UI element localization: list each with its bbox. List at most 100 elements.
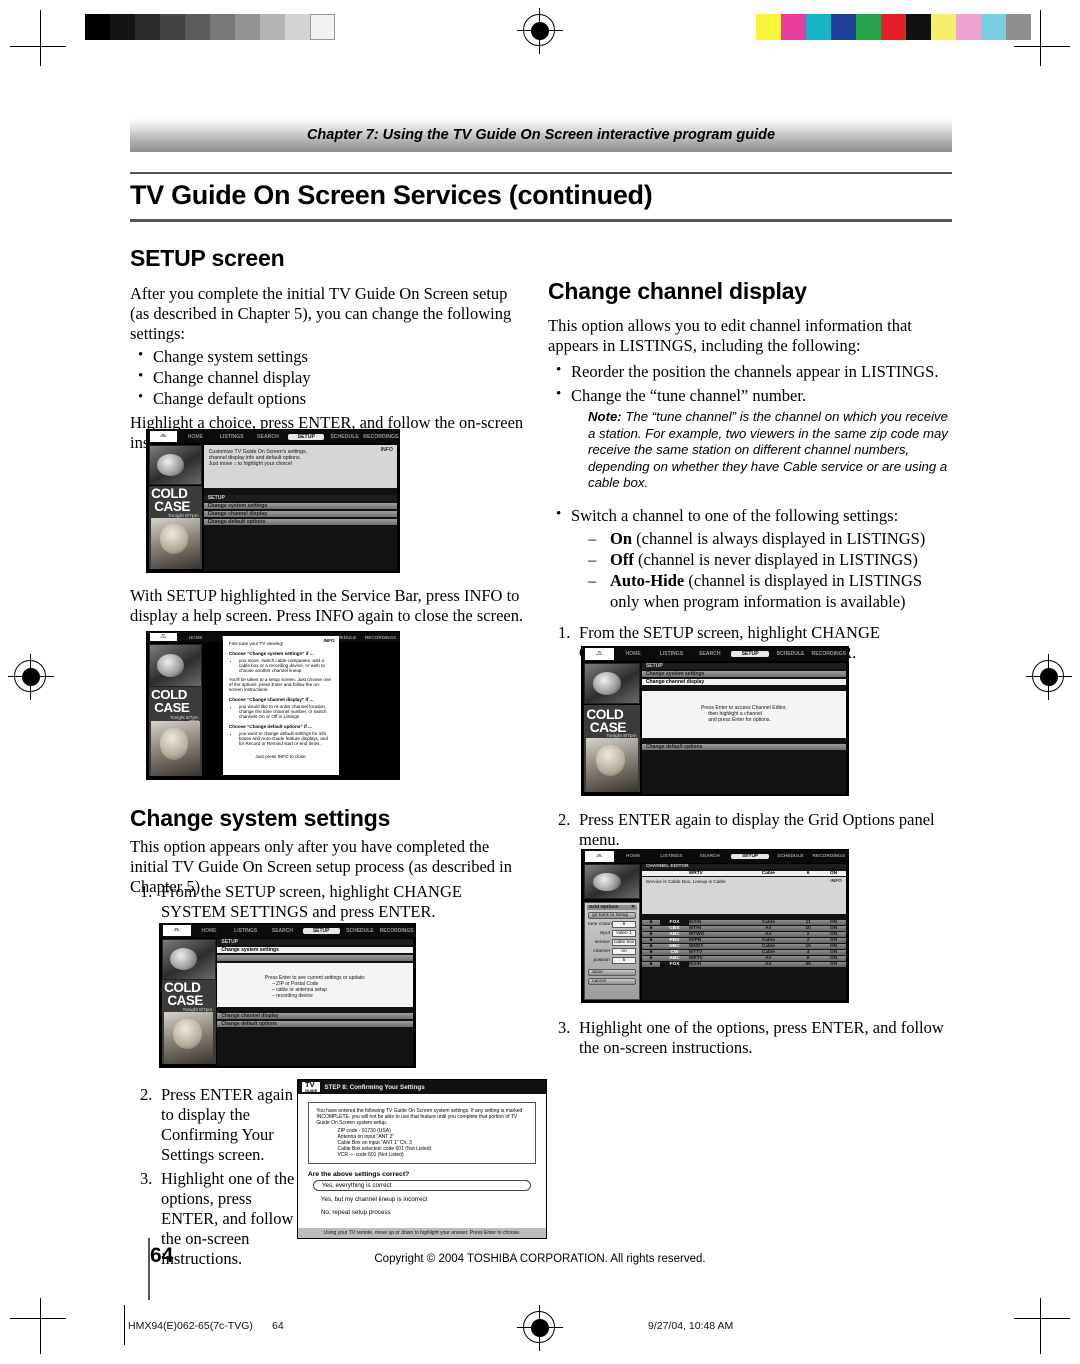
- service-bar-item-listings[interactable]: LISTINGS: [214, 434, 250, 440]
- table-row[interactable]: ■ FOX WXIN Air 59 ON: [641, 962, 846, 968]
- tv-guide-logo-icon: TV GUIDE: [584, 851, 614, 862]
- service-bar-item-recordings[interactable]: RECORDINGS: [362, 635, 399, 640]
- page-title: TV Guide On Screen Services (continued): [130, 180, 653, 210]
- field-value[interactable]: cable box: [611, 938, 636, 946]
- menu-item-change-channel-display[interactable]: Change channel display: [203, 511, 397, 518]
- info-line: – recording device: [271, 992, 313, 999]
- grid-options-field-channel[interactable]: channel on: [588, 947, 636, 955]
- help-section-bullets: you want to change default settings for …: [239, 731, 332, 746]
- list-item: Change channel display: [130, 366, 530, 388]
- figure-channel-editor: TV GUIDE HOME LISTINGS SEARCH SETUP SCHE…: [581, 849, 849, 1003]
- service-bar-item-home[interactable]: HOME: [614, 854, 652, 859]
- channel-source: Air: [765, 926, 772, 932]
- table-row[interactable]: ■ NBC WNDY Cable 10 ON: [641, 944, 846, 950]
- table-row[interactable]: ■ ABC WRTV Air 6 ON: [641, 956, 846, 962]
- service-bar-item-setup[interactable]: SETUP: [730, 853, 770, 859]
- grid-options-field-position[interactable]: position 5: [588, 956, 636, 964]
- menu-item-change-default-options[interactable]: Change default options: [203, 519, 397, 526]
- info-line: and press Enter for options.: [708, 716, 771, 723]
- menu-item-change-channel-display[interactable]: Change channel display: [641, 678, 846, 685]
- table-row[interactable]: ■ CW WTTV Cable 4 ON: [641, 950, 846, 956]
- field-value[interactable]: on: [611, 947, 636, 955]
- service-bar-item-home[interactable]: HOME: [177, 635, 214, 640]
- grid-options-field-input[interactable]: input video 1: [588, 929, 636, 937]
- tv-guide-logo-icon: TV GUIDE: [584, 648, 614, 660]
- service-bar-item-listings[interactable]: LISTINGS: [227, 928, 264, 934]
- wizard-option-lineup-incorrect[interactable]: Yes, but my channel lineup is incorrect: [313, 1195, 531, 1204]
- menu-item-change-default-options[interactable]: Change default options: [217, 1021, 413, 1028]
- service-bar-item-schedule[interactable]: SCHEDULE: [771, 854, 809, 859]
- service-bar-item-search[interactable]: SEARCH: [250, 434, 286, 440]
- grid-options-cancel-button[interactable]: cancel: [588, 977, 636, 985]
- close-icon[interactable]: ✕: [631, 905, 635, 910]
- field-label: channel: [593, 948, 610, 954]
- service-bar-item-listings[interactable]: LISTINGS: [652, 854, 690, 859]
- field-value[interactable]: 6: [611, 920, 636, 928]
- grid-options-back-button[interactable]: go back to Setup: [588, 911, 636, 919]
- service-bar-item-listings[interactable]: LISTINGS: [652, 651, 690, 657]
- channel-row-selected[interactable]: ● WRTV Cable 6 ON: [641, 871, 846, 877]
- registration-target-bottom: [517, 1305, 563, 1351]
- figure-setup-screen: TV GUIDE HOME LISTINGS SEARCH SETUP SCHE…: [146, 429, 400, 573]
- channel-source: Cable: [761, 938, 775, 944]
- logo-bottom-text: GUIDE: [596, 856, 603, 858]
- info-badge: INFO: [830, 879, 842, 885]
- service-bar-item-home[interactable]: HOME: [191, 928, 228, 934]
- list-item: Change default options: [130, 387, 530, 409]
- help-section-after-system: You'll be taken to a setup screen. Just …: [228, 677, 331, 693]
- grid-options-field-service[interactable]: service cable box: [588, 938, 636, 946]
- service-bar-item-search[interactable]: SEARCH: [691, 854, 729, 859]
- dash-bold: On: [610, 528, 633, 548]
- table-row[interactable]: ■ FOX WXIN Cable 11 ON: [641, 920, 846, 926]
- service-bar-item-recordings[interactable]: RECORDINGS: [363, 434, 399, 440]
- service-bar-item-home[interactable]: HOME: [614, 651, 652, 657]
- service-bar-item-recordings[interactable]: RECORDINGS: [378, 928, 415, 934]
- wizard-option-repeat-setup[interactable]: No, repeat setup process: [313, 1208, 531, 1217]
- field-label: service: [594, 939, 610, 945]
- menu-item-change-system-settings[interactable]: Change system settings: [641, 670, 846, 677]
- setup-main-panel: SETUP Change system settings Press Enter…: [217, 939, 413, 1066]
- field-value[interactable]: 5: [611, 956, 636, 964]
- service-bar-item-recordings[interactable]: RECORDINGS: [810, 651, 848, 657]
- right-column: Change channel display This option allow…: [548, 278, 952, 665]
- grayscale-calibration-bar: [85, 14, 335, 40]
- table-row[interactable]: ■ PBS WIPB Cable 2 ON: [641, 938, 846, 944]
- service-bar-item-search[interactable]: SEARCH: [691, 651, 729, 657]
- menu-item-change-system-settings[interactable]: Change system settings: [217, 947, 413, 953]
- promo-poster: COLD CASE Tonight 8/7pm CBS: [149, 485, 202, 570]
- channel-source: Cable: [761, 871, 775, 877]
- field-value[interactable]: video 1: [611, 929, 636, 937]
- step-number: 2.: [140, 1085, 153, 1104]
- service-bar-item-search[interactable]: SEARCH: [264, 928, 301, 934]
- menu-item-change-system-settings[interactable]: Change system settings: [203, 503, 397, 510]
- channel-state: ON: [830, 920, 838, 926]
- logo-bottom-text: GUIDE: [305, 1087, 318, 1093]
- grid-options-title-label: Grid Options: [589, 904, 619, 910]
- help-section-heading-default: Choose “Change default options” if ...: [228, 724, 312, 730]
- left-after-figure1-paragraph: With SETUP highlighted in the Service Ba…: [130, 586, 524, 625]
- service-bar-item-setup[interactable]: SETUP: [730, 651, 770, 658]
- channel-callsign: WTHI: [688, 926, 702, 932]
- right-note: Note: The “tune channel” is the channel …: [588, 409, 952, 492]
- setup-section-header: SETUP: [203, 495, 397, 502]
- menu-item-change-channel-display[interactable]: Change channel display: [217, 1013, 413, 1020]
- service-bar-item-setup[interactable]: SETUP: [302, 927, 340, 934]
- service-bar-item-schedule[interactable]: SCHEDULE: [326, 434, 362, 440]
- service-bar-item-schedule[interactable]: SCHEDULE: [342, 928, 379, 934]
- service-bar-item-setup[interactable]: SETUP: [288, 433, 325, 440]
- channel-callsign: WXIN: [688, 920, 702, 926]
- service-bar-item-recordings[interactable]: RECORDINGS: [810, 854, 848, 859]
- wizard-option-yes-correct[interactable]: Yes, everything is correct: [312, 1180, 532, 1192]
- channel-logo-icon: PBS: [669, 938, 680, 944]
- grid-options-done-button[interactable]: done: [588, 968, 636, 976]
- menu-item-change-default-options[interactable]: Change default options: [641, 743, 846, 750]
- service-bar: TV GUIDE HOME LISTINGS SEARCH SETUP SCHE…: [147, 430, 399, 444]
- service-bar-item-home[interactable]: HOME: [177, 434, 213, 440]
- right-step-list-2: 2. Press ENTER again to display the Grid…: [548, 810, 952, 852]
- table-row[interactable]: ■ ABC WTWO Air 2 ON: [641, 932, 846, 938]
- grid-options-field-tune-channel[interactable]: tune channel 6: [588, 920, 636, 928]
- registration-target-right: [1026, 654, 1072, 700]
- table-row[interactable]: ■ CBS WTHI Air 10 ON: [641, 926, 846, 932]
- row-position: ■: [649, 956, 653, 962]
- service-bar-item-schedule[interactable]: SCHEDULE: [771, 651, 809, 657]
